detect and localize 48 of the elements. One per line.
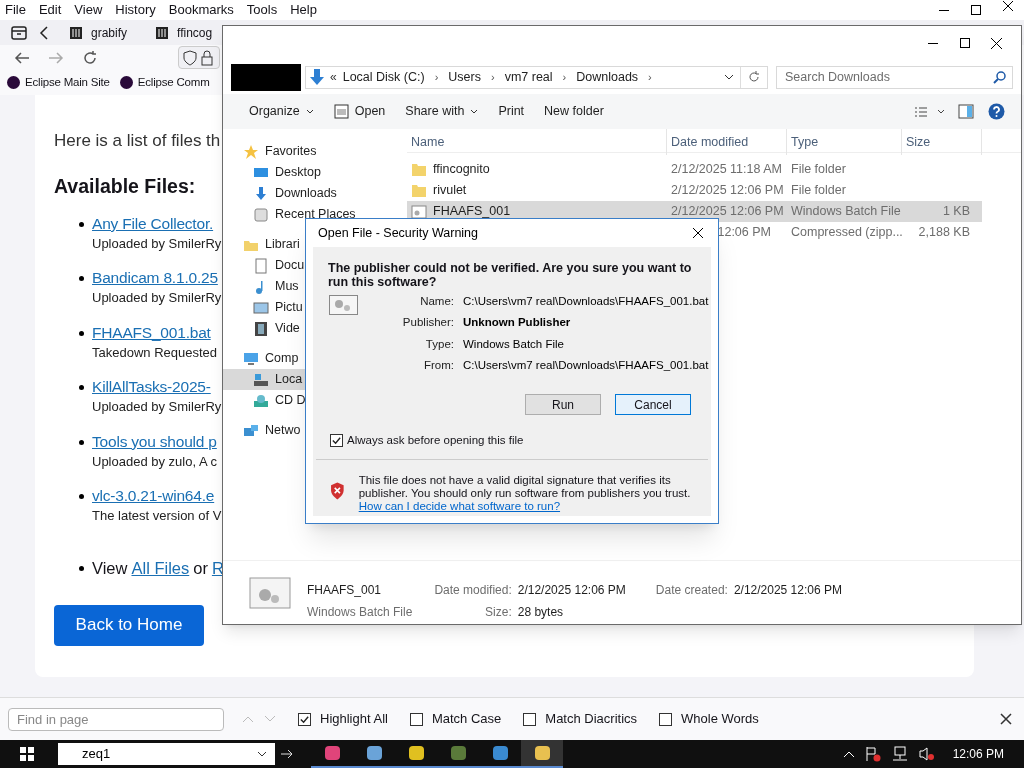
dialog-title: Open File - Security Warning	[318, 224, 478, 242]
field-label: Publisher:	[401, 315, 454, 331]
type-cell-text: File folder	[790, 161, 847, 179]
field-label: Type:	[424, 336, 454, 352]
file-note: Takedown Requested	[92, 343, 218, 362]
field-label: From:	[422, 357, 454, 373]
date-cell-text: 2/12/2025 12:06 PM	[670, 203, 785, 221]
detail-value: 2/12/2025 12:06 PM	[517, 582, 626, 599]
type-cell-text: Compressed (zipp...	[790, 224, 902, 242]
warning-text: This file does not have a valid digital signature that verifies its publisher. You should only run software from publishers you trust.	[358, 474, 692, 501]
section-heading: Available Files:	[54, 173, 196, 199]
file-name: FHAAFS_001	[307, 582, 383, 599]
file-note: Uploaded by zulo, A c	[92, 452, 218, 471]
detail-value: 28 bytes	[517, 604, 565, 621]
size-cell-text: 1 KB	[941, 203, 971, 221]
field-value: Unknown Publisher	[463, 315, 572, 331]
field-label: Name:	[419, 294, 454, 309]
checkbox-label: Always ask before opening this file	[347, 433, 524, 448]
type-cell-text: File folder	[790, 182, 847, 200]
option-label: Match Diacritics	[545, 710, 638, 729]
detail-label: Date modified:	[434, 582, 512, 599]
option-label: Highlight All	[320, 710, 388, 729]
file-name: rivulet	[433, 182, 467, 200]
type-cell-text: Windows Batch File	[790, 203, 902, 221]
file-note: Uploaded by SmilerRy	[92, 398, 222, 417]
clock-time: 12:06 PM	[952, 746, 1004, 763]
file-note: Uploaded by SmilerRy	[92, 234, 222, 253]
file-note: The latest version of V	[92, 507, 222, 526]
footer-text: or	[193, 557, 208, 579]
intro-text: Here is a list of files th	[54, 130, 221, 152]
file-type: Windows Batch File	[307, 604, 413, 621]
file-name: FHAAFS_001	[433, 203, 511, 221]
option-label: Match Case	[431, 710, 502, 729]
footer-text: View	[92, 557, 128, 579]
detail-label: Size:	[484, 604, 512, 621]
detail-label: Date created:	[655, 582, 728, 599]
field-value: C:\Users\vm7 real\Downloads\FHAAFS_001.bat	[463, 357, 709, 373]
file-note: Uploaded by SmilerRy	[92, 289, 222, 308]
detail-value: 2/12/2025 12:06 PM	[733, 582, 842, 599]
size-cell-text: 2,188 KB	[917, 224, 971, 242]
field-value: C:\Users\vm7 real\Downloads\FHAAFS_001.bat	[463, 294, 709, 309]
date-cell-text: 12:06 PM	[716, 224, 771, 242]
file-name: ffincognito	[433, 161, 490, 179]
warning-question: The publisher could not be verified. Are you sure you want to run this software?	[327, 260, 693, 289]
date-cell-text: 2/12/2025 12:06 PM	[670, 182, 785, 200]
field-value: Windows Batch File	[463, 336, 565, 352]
date-cell-text: 2/12/2025 11:18 AM	[670, 161, 783, 179]
option-label: Whole Words	[681, 710, 759, 729]
